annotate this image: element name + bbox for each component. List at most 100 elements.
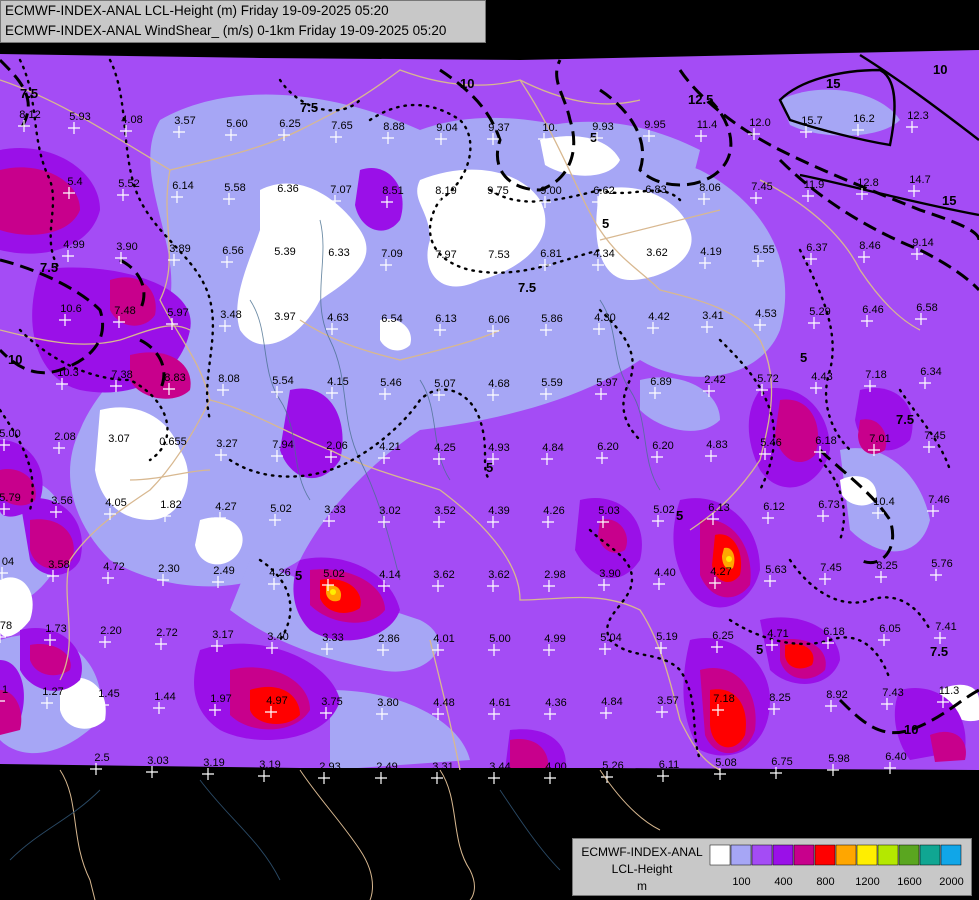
- grid-value: 4.39: [488, 505, 509, 517]
- grid-value: 4.84: [542, 442, 563, 454]
- grid-value: 4.93: [488, 442, 509, 454]
- legend-swatch: [835, 844, 857, 866]
- contour-label: 5: [295, 568, 302, 583]
- grid-value: 6.18: [815, 435, 836, 447]
- grid-value: 0.655: [159, 436, 187, 448]
- grid-value: 9.14: [912, 237, 933, 249]
- grid-value: 5.00: [0, 428, 21, 440]
- grid-value: 14.7: [909, 174, 930, 186]
- grid-value: 6.73: [818, 499, 839, 511]
- grid-value: 4.15: [327, 376, 348, 388]
- grid-value: 2.49: [213, 565, 234, 577]
- grid-value: 3.62: [488, 569, 509, 581]
- grid-value: 4.14: [379, 569, 400, 581]
- grid-value: 8.88: [383, 121, 404, 133]
- grid-value: 5.39: [274, 246, 295, 258]
- grid-value: 5.19: [656, 631, 677, 643]
- grid-value: 6.83: [645, 184, 666, 196]
- legend-swatch: [877, 844, 899, 866]
- grid-value: 7.45: [820, 562, 841, 574]
- weather-map[interactable]: 7.5 10 12.5 15 10 15 7.5 10 7.5 7.5 5 5 …: [0, 0, 979, 900]
- legend-swatch: [919, 844, 941, 866]
- legend-tick-label: 800: [816, 876, 834, 888]
- grid-value: 6.36: [277, 183, 298, 195]
- legend-tick-label: 400: [774, 876, 792, 888]
- title-box: ECMWF-INDEX-ANAL LCL-Height (m) Friday 1…: [0, 0, 486, 43]
- contour-label: 7.5: [20, 86, 38, 101]
- grid-value: 4.08: [121, 114, 142, 126]
- legend-swatch: [793, 844, 815, 866]
- grid-value: 12.0: [749, 117, 770, 129]
- grid-value: 4.72: [103, 561, 124, 573]
- grid-value: 4.19: [700, 246, 721, 258]
- grid-value: 5.46: [760, 437, 781, 449]
- grid-value: 5.97: [596, 377, 617, 389]
- grid-value: 2.86: [378, 633, 399, 645]
- grid-value: 7.09: [381, 248, 402, 260]
- grid-value: 8.25: [769, 692, 790, 704]
- contour-label: 7.5: [300, 100, 318, 115]
- grid-value: 4.30: [594, 312, 615, 324]
- grid-value: 1.82: [160, 499, 181, 511]
- grid-value: 8.83: [164, 372, 185, 384]
- grid-value: 6.75: [771, 756, 792, 768]
- grid-value: 11.4: [697, 119, 718, 131]
- grid-value: 8.19: [435, 185, 456, 197]
- grid-value: 6.54: [381, 313, 402, 325]
- legend-swatch: [751, 844, 773, 866]
- grid-value: 5.52: [118, 178, 139, 190]
- legend-tick-label: 2000: [939, 876, 963, 888]
- grid-value: 6.18: [823, 626, 844, 638]
- grid-value: 4.97: [266, 695, 287, 707]
- grid-value: 7.18: [713, 693, 734, 705]
- grid-value: 4.36: [545, 697, 566, 709]
- grid-value: 8.25: [876, 560, 897, 572]
- grid-value: 1: [2, 684, 8, 696]
- grid-value: 7.53: [488, 249, 509, 261]
- grid-value: 8.92: [826, 689, 847, 701]
- grid-value: 8.08: [218, 373, 239, 385]
- legend-ticks: 100 400 800 1200 1600 2000: [732, 876, 963, 888]
- grid-value: 9.75: [487, 185, 508, 197]
- legend-colorbar: 100 400 800 1200 1600 2000: [709, 844, 964, 888]
- grid-value: 12.3: [907, 110, 928, 122]
- grid-value: 12.8: [857, 177, 878, 189]
- grid-value: 4.53: [755, 308, 776, 320]
- grid-value: 6.56: [222, 245, 243, 257]
- grid-value: 78: [0, 620, 12, 632]
- legend-tick-label: 100: [732, 876, 750, 888]
- grid-value: 8.06: [699, 182, 720, 194]
- grid-value: 3.62: [646, 247, 667, 259]
- contour-label: 10: [904, 722, 918, 737]
- title-lcl-height: ECMWF-INDEX-ANAL LCL-Height (m) Friday 1…: [5, 3, 389, 18]
- grid-value: 3.33: [324, 504, 345, 516]
- grid-value: 7.65: [331, 120, 352, 132]
- grid-value: 15.7: [801, 115, 822, 127]
- grid-value: 5.93: [69, 111, 90, 123]
- grid-value: 4.05: [105, 497, 126, 509]
- grid-value: 7.46: [928, 494, 949, 506]
- grid-value: 1.45: [98, 688, 119, 700]
- grid-value: 6.81: [540, 248, 561, 260]
- grid-value: 5.60: [226, 118, 247, 130]
- grid-value: 4.83: [706, 439, 727, 451]
- grid-value: 7.48: [114, 305, 135, 317]
- grid-value: 5.97: [167, 307, 188, 319]
- grid-value: 2.5: [94, 752, 109, 764]
- grid-value: 3.57: [174, 115, 195, 127]
- grid-value: 3.40: [267, 631, 288, 643]
- grid-value: 9.93: [592, 121, 613, 133]
- grid-value: 16.2: [853, 113, 874, 125]
- grid-value: 4.26: [543, 505, 564, 517]
- grid-value: 7.18: [865, 369, 886, 381]
- grid-value: 5.46: [380, 377, 401, 389]
- contour-label: 7.5: [40, 260, 58, 275]
- grid-value: 5.4: [67, 176, 82, 188]
- grid-value: 6.46: [862, 304, 883, 316]
- grid-value: 4.27: [710, 566, 731, 578]
- grid-value: 6.12: [763, 501, 784, 513]
- grid-value: 6.13: [708, 502, 729, 514]
- contour-label: 7.5: [930, 644, 948, 659]
- grid-value: 4.00: [545, 761, 566, 773]
- grid-value: 6.05: [879, 623, 900, 635]
